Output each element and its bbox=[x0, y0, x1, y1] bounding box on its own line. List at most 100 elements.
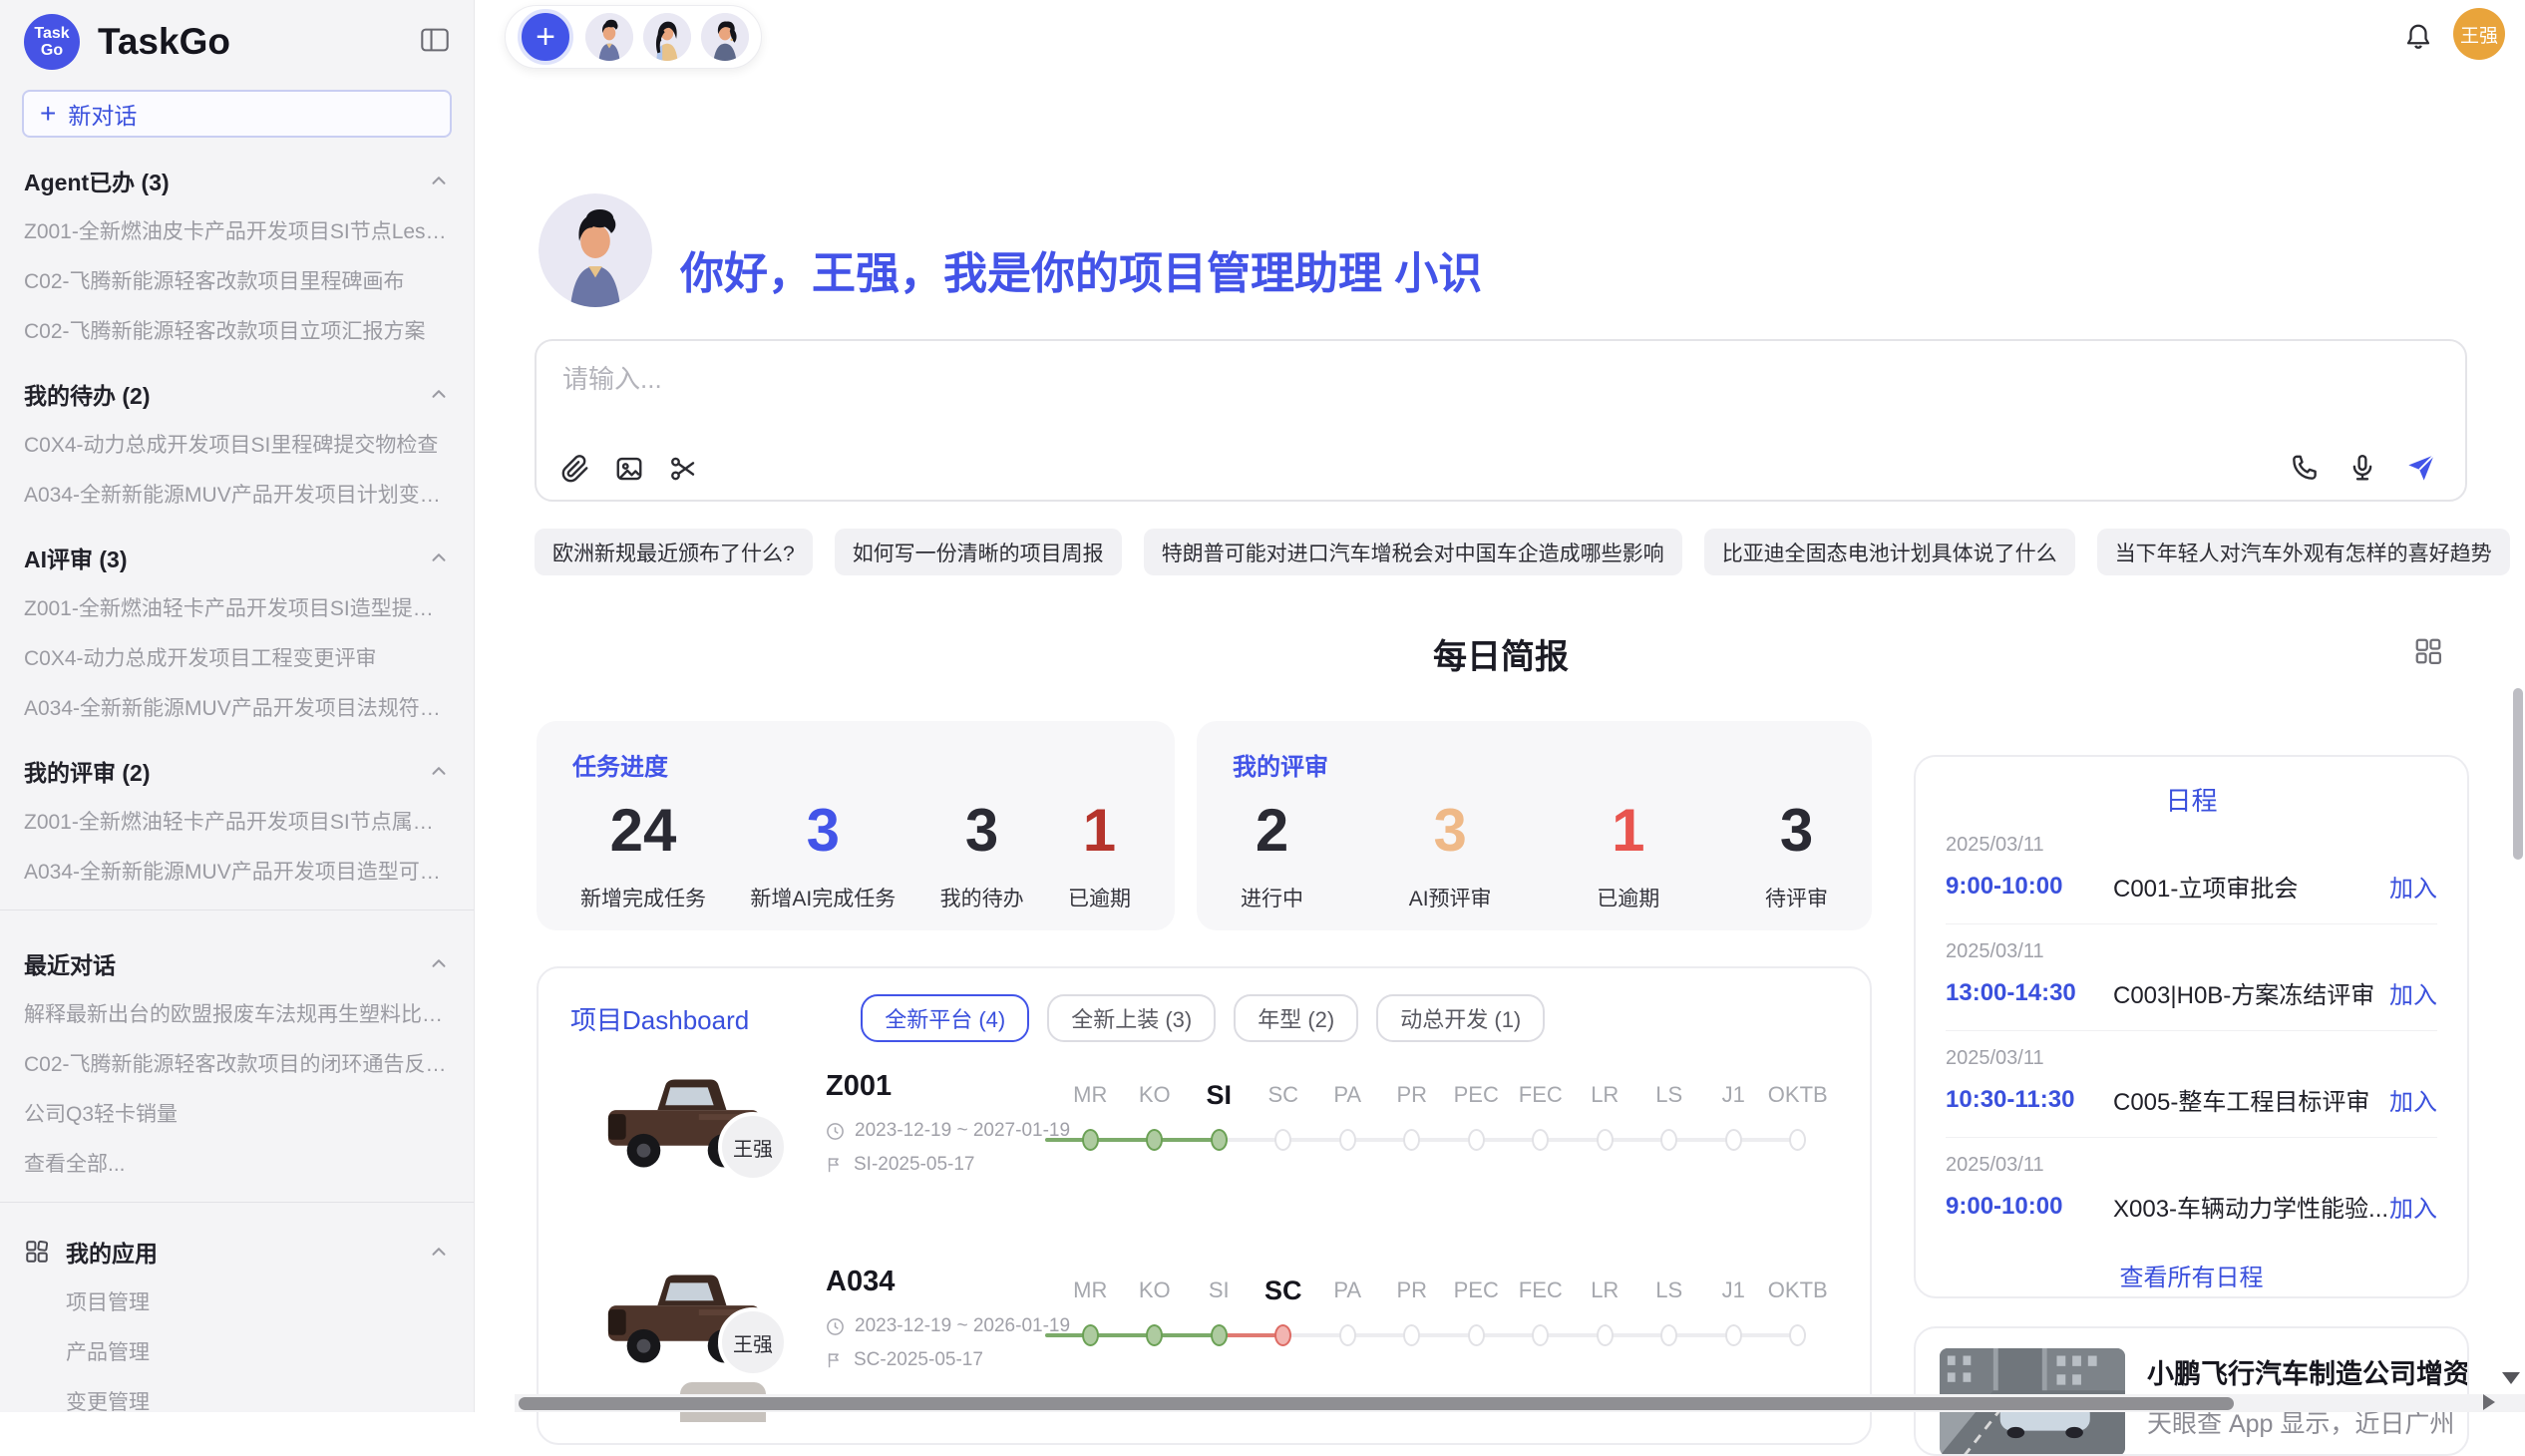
schedule-item[interactable]: 2025/03/1113:00-14:30C003|H0B-方案冻结评审加入 bbox=[1946, 923, 2437, 1030]
milestone-label: J1 bbox=[1700, 1274, 1766, 1307]
app-sub-item[interactable]: 产品管理 bbox=[0, 1326, 474, 1376]
section-header-3[interactable]: 我的评审 (2) bbox=[0, 732, 474, 796]
agent-avatar-man[interactable] bbox=[585, 13, 633, 61]
stat-value: 3 bbox=[1433, 796, 1466, 865]
milestone-dot[interactable] bbox=[1211, 1324, 1228, 1346]
horizontal-scrollbar-thumb[interactable] bbox=[519, 1397, 2234, 1410]
conversation-item[interactable]: Z001-全新燃油轻卡产品开发项目SI节点属性5D文件评审 bbox=[0, 796, 474, 846]
suggestion-chip[interactable]: 比亚迪全固态电池计划具体说了什么 bbox=[1704, 529, 2075, 575]
conversation-item[interactable]: C02-飞腾新能源轻客改款项目的闭环通告反馈情况 bbox=[0, 1038, 474, 1088]
stat-label: 新增完成任务 bbox=[580, 883, 706, 912]
conversation-item[interactable]: 公司Q3轻卡销量 bbox=[0, 1088, 474, 1138]
suggestion-chip[interactable]: 当下年轻人对汽车外观有怎样的喜好趋势 bbox=[2097, 529, 2510, 575]
milestone-dot[interactable] bbox=[1339, 1324, 1356, 1346]
conversation-item[interactable]: Z001-全新燃油轻卡产品开发项目SI造型提交物评审 bbox=[0, 582, 474, 632]
vertical-scrollbar-thumb[interactable] bbox=[2513, 688, 2523, 860]
milestone-dot[interactable] bbox=[1146, 1129, 1163, 1151]
stat: 3我的待办 bbox=[940, 796, 1024, 912]
chevron-up-icon bbox=[428, 760, 450, 782]
scroll-down-arrow-icon[interactable] bbox=[2502, 1372, 2520, 1384]
app-sub-item[interactable]: 变更管理 bbox=[0, 1376, 474, 1412]
milestone-dot[interactable] bbox=[1597, 1129, 1614, 1151]
view-all-schedule-link[interactable]: 查看所有日程 bbox=[1916, 1258, 2467, 1292]
milestone-dot[interactable] bbox=[1274, 1129, 1291, 1151]
section-header-2[interactable]: AI评审 (3) bbox=[0, 519, 474, 582]
milestone-dot[interactable] bbox=[1339, 1129, 1356, 1151]
milestone-dot[interactable] bbox=[1660, 1129, 1677, 1151]
dashboard-tab[interactable]: 全新平台 (4) bbox=[861, 994, 1029, 1042]
join-link[interactable]: 加入 bbox=[2389, 1189, 2437, 1224]
conversation-item[interactable]: C02-飞腾新能源轻客改款项目里程碑画布 bbox=[0, 255, 474, 305]
scissors-icon[interactable] bbox=[668, 454, 698, 484]
schedule-item[interactable]: 2025/03/119:00-10:00C001-立项审批会加入 bbox=[1946, 818, 2437, 923]
milestone-dot[interactable] bbox=[1468, 1129, 1485, 1151]
layout-grid-icon[interactable] bbox=[2413, 636, 2443, 666]
phone-icon[interactable] bbox=[2290, 453, 2320, 483]
section-header-1[interactable]: 我的待办 (2) bbox=[0, 355, 474, 419]
milestone-line bbox=[1541, 1333, 1606, 1337]
join-link[interactable]: 加入 bbox=[2389, 869, 2437, 904]
milestone-dot[interactable] bbox=[1725, 1324, 1742, 1346]
milestone-dot[interactable] bbox=[1789, 1324, 1806, 1346]
section-header-0[interactable]: Agent已办 (3) bbox=[0, 142, 474, 205]
dashboard-tab[interactable]: 年型 (2) bbox=[1234, 994, 1358, 1042]
scroll-right-arrow-icon[interactable] bbox=[2483, 1394, 2495, 1410]
milestone-dot[interactable] bbox=[1403, 1129, 1420, 1151]
suggestion-chip[interactable]: 如何写一份清晰的项目周报 bbox=[835, 529, 1122, 575]
schedule-time: 9:00-10:00 bbox=[1946, 873, 2103, 901]
milestone-dot[interactable] bbox=[1532, 1324, 1549, 1346]
schedule-item[interactable]: 2025/03/1110:30-11:30C005-整车工程目标评审加入 bbox=[1946, 1030, 2437, 1137]
conversation-item[interactable]: A034-全新新能源MUV产品开发项目法规符合性评审 bbox=[0, 682, 474, 732]
join-link[interactable]: 加入 bbox=[2389, 975, 2437, 1010]
milestone-dot[interactable] bbox=[1725, 1129, 1742, 1151]
user-avatar[interactable]: 王强 bbox=[2453, 8, 2505, 60]
conversation-item[interactable]: C0X4-动力总成开发项目SI里程碑提交物检查 bbox=[0, 419, 474, 469]
conversation-item[interactable]: 解释最新出台的欧盟报废车法规再生塑料比例被调至15%... bbox=[0, 988, 474, 1038]
milestone-dot[interactable] bbox=[1146, 1324, 1163, 1346]
schedule-time: 9:00-10:00 bbox=[1946, 1193, 2103, 1221]
sidebar-collapse-icon[interactable] bbox=[420, 26, 450, 54]
project-tag-text: SI-2025-05-17 bbox=[854, 1154, 974, 1176]
dashboard-tab[interactable]: 全新上装 (3) bbox=[1047, 994, 1216, 1042]
mic-icon[interactable] bbox=[2347, 453, 2377, 483]
milestone-dot[interactable] bbox=[1660, 1324, 1677, 1346]
image-icon[interactable] bbox=[614, 454, 644, 484]
milestone-dot[interactable] bbox=[1597, 1324, 1614, 1346]
project-row-Z001[interactable]: 王强Z0012023-12-19 ~ 2027-01-19SI-2025-05-… bbox=[539, 1048, 1870, 1244]
new-chat-button[interactable]: + 新对话 bbox=[22, 90, 452, 138]
stat-label: AI预评审 bbox=[1409, 883, 1492, 912]
conversation-item[interactable]: A034-全新新能源MUV产品开发项目计划变更表编写 bbox=[0, 469, 474, 519]
chat-input[interactable] bbox=[560, 357, 2160, 401]
notifications-bell-icon[interactable] bbox=[2403, 22, 2433, 52]
news-card[interactable]: 小鹏飞行汽车制造公司增资 天眼查 App 显示，近日广州汇天飞行汽... bbox=[1914, 1326, 2469, 1456]
milestone-dot[interactable] bbox=[1403, 1324, 1420, 1346]
milestone-dot[interactable] bbox=[1532, 1129, 1549, 1151]
agent-avatar-woman-long-hair[interactable] bbox=[643, 13, 691, 61]
attachment-icon[interactable] bbox=[560, 454, 590, 484]
stat-row: 24新增完成任务3新增AI完成任务3我的待办1已逾期 bbox=[572, 796, 1139, 912]
suggestion-chip[interactable]: 特朗普可能对进口汽车增税会对中国车企造成哪些影响 bbox=[1144, 529, 1682, 575]
schedule-item[interactable]: 2025/03/119:00-10:00X003-车辆动力学性能验...加入 bbox=[1946, 1137, 2437, 1244]
milestone-dot[interactable] bbox=[1082, 1324, 1099, 1346]
milestone-line bbox=[1605, 1138, 1669, 1142]
send-icon[interactable] bbox=[2405, 452, 2437, 484]
milestone-dot[interactable] bbox=[1082, 1129, 1099, 1151]
conversation-item[interactable]: C0X4-动力总成开发项目工程变更评审 bbox=[0, 632, 474, 682]
dashboard-tab[interactable]: 动总开发 (1) bbox=[1376, 994, 1545, 1042]
section-header-recent[interactable]: 最近对话 bbox=[0, 924, 474, 988]
conversation-item[interactable]: C02-飞腾新能源轻客改款项目立项汇报方案 bbox=[0, 305, 474, 355]
app-sub-item[interactable]: 项目管理 bbox=[0, 1276, 474, 1326]
agent-avatar-woman-dark-top[interactable] bbox=[701, 13, 749, 61]
sidebar-item-my-apps[interactable]: 我的应用 bbox=[0, 1217, 474, 1276]
milestone-dot[interactable] bbox=[1789, 1129, 1806, 1151]
suggestion-chip[interactable]: 欧洲新规最近颁布了什么? bbox=[535, 529, 813, 575]
join-link[interactable]: 加入 bbox=[2389, 1082, 2437, 1117]
milestone-dot[interactable] bbox=[1468, 1324, 1485, 1346]
milestone-dot[interactable] bbox=[1274, 1324, 1291, 1346]
add-agent-button[interactable]: + bbox=[518, 9, 573, 65]
conversation-item[interactable]: Z001-全新燃油皮卡产品开发项目SI节点Lesson Learn报告 bbox=[0, 205, 474, 255]
conversation-item[interactable]: A034-全新新能源MUV产品开发项目造型可行性评审 bbox=[0, 846, 474, 896]
project-dates: 2023-12-19 ~ 2027-01-19 bbox=[826, 1120, 1070, 1142]
conversation-item[interactable]: 查看全部... bbox=[0, 1138, 474, 1188]
milestone-dot[interactable] bbox=[1211, 1129, 1228, 1151]
